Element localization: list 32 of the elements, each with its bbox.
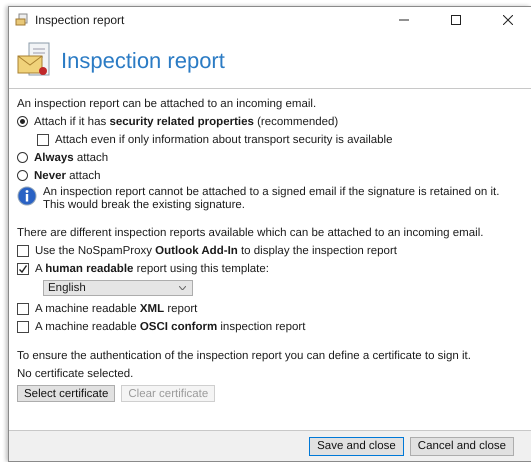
checkbox[interactable] bbox=[37, 134, 49, 146]
option-label: Attach even if only information about transport security is available bbox=[55, 134, 393, 146]
option-label: A human readable report using this template: bbox=[35, 262, 269, 274]
dialog-button[interactable]: Save and close bbox=[309, 436, 404, 456]
certificate-button[interactable]: Select certificate bbox=[17, 385, 116, 402]
maximize-icon[interactable] bbox=[451, 15, 461, 25]
chevron-down-icon bbox=[179, 286, 186, 290]
radio-button[interactable] bbox=[17, 116, 28, 127]
option-label: Attach if it has security related properties (recommended) bbox=[34, 116, 338, 128]
envelope-icon bbox=[15, 13, 29, 27]
dialog-button[interactable]: Cancel and close bbox=[410, 436, 514, 456]
certificate-text: To ensure the authentication of the inspection report you can define a certificate to sign it. bbox=[17, 350, 471, 362]
option-label: A machine readable XML report bbox=[35, 302, 198, 314]
checkbox[interactable] bbox=[17, 262, 29, 274]
window-title: Inspection report bbox=[35, 13, 126, 27]
radio-button[interactable] bbox=[17, 152, 28, 163]
intro-text: An inspection report can be attached to an incoming email. bbox=[17, 98, 316, 110]
reports-intro-text: There are different inspection reports available which can be attached to an incoming email. bbox=[17, 226, 484, 238]
info-text: An inspection report cannot be attached to a signed email if the signature is retained on it. This would break the existing signature. bbox=[43, 186, 500, 212]
checkbox[interactable] bbox=[17, 244, 29, 256]
checkbox[interactable] bbox=[17, 302, 29, 314]
checkbox[interactable] bbox=[17, 320, 29, 332]
certificate-status: No certificate selected. bbox=[17, 368, 134, 380]
option-label: A machine readable OSCI conform inspection report bbox=[35, 320, 306, 332]
option-label: Never attach bbox=[34, 170, 100, 182]
close-icon[interactable] bbox=[503, 15, 513, 25]
info-icon bbox=[17, 186, 37, 206]
template-dropdown[interactable]: English bbox=[43, 280, 193, 296]
option-label: Use the NoSpamProxy Outlook Add-In to display the inspection report bbox=[35, 244, 397, 256]
option-label: Always attach bbox=[34, 152, 108, 164]
page-title: Inspection report bbox=[61, 48, 225, 74]
radio-button[interactable] bbox=[17, 170, 28, 181]
